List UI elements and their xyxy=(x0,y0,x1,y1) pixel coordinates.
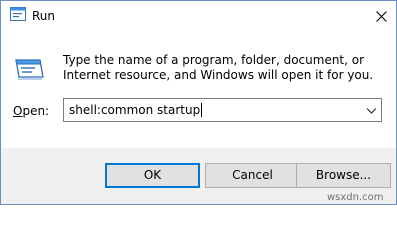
chevron-down-icon[interactable] xyxy=(366,105,377,116)
open-input[interactable]: shell:common startup xyxy=(69,103,203,118)
cancel-button[interactable]: Cancel xyxy=(205,163,300,188)
open-input-value: shell:common startup xyxy=(69,103,201,117)
browse-button[interactable]: Browse... xyxy=(296,163,391,188)
dialog-description: Type the name of a program, folder, docu… xyxy=(63,53,374,82)
run-app-icon xyxy=(10,7,26,21)
run-dialog: Run Type the name of a program, folder, … xyxy=(0,0,397,205)
close-icon xyxy=(375,11,387,22)
text-caret xyxy=(201,103,203,117)
open-combobox[interactable]: shell:common startup xyxy=(63,98,382,122)
window-title: Run xyxy=(32,9,56,23)
open-label: Open: xyxy=(13,104,49,119)
ok-button[interactable]: OK xyxy=(105,163,200,188)
watermark: wsxdn.com xyxy=(327,192,384,203)
title-bar[interactable]: Run xyxy=(1,1,396,32)
close-button[interactable] xyxy=(366,1,396,32)
open-label-text: pen: xyxy=(22,104,50,118)
run-dialog-icon xyxy=(13,53,45,83)
